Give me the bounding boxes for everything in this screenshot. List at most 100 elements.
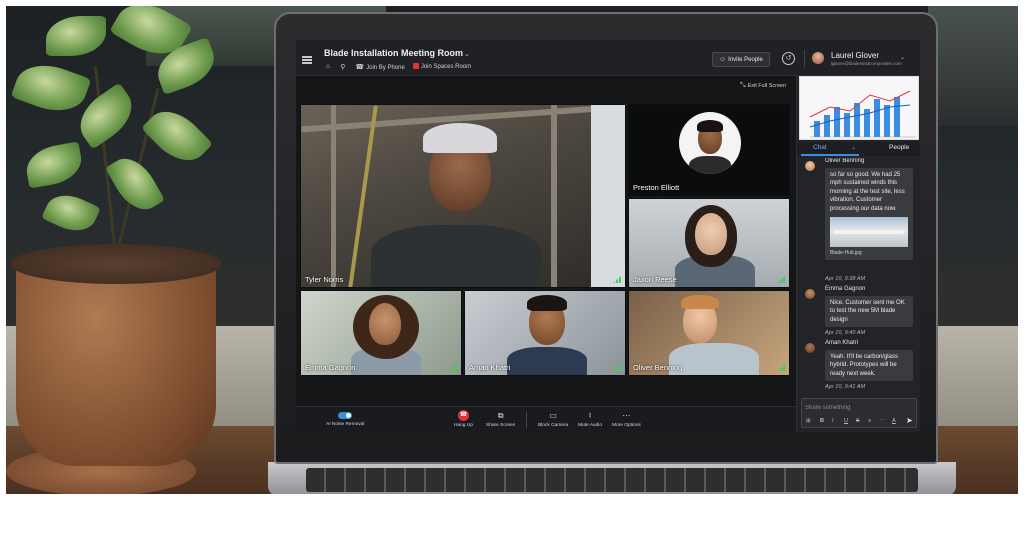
noise-removal-label: AI Noise Removal [326, 422, 365, 427]
join-by-phone-link[interactable]: ☎ Join By Phone [355, 63, 404, 71]
send-icon[interactable]: ➤ [906, 416, 913, 425]
plant-leaf [41, 187, 101, 239]
toggle-icon [338, 412, 353, 419]
message-bubble: Yeah. It'll be carbon/glass hybrid. Prot… [825, 350, 913, 382]
signal-strength-icon [777, 276, 785, 283]
message-text: so far so good. We had 25 mph sustained … [830, 172, 905, 212]
join-spaces-room-label: Join Spaces Room [420, 64, 472, 70]
more-dots-icon: ⋯ [622, 411, 631, 420]
video-tile[interactable]: Oliver Benning [628, 290, 790, 376]
plant-leaf [10, 55, 92, 121]
message-sender: Emma Gagnon [825, 286, 866, 292]
invite-people-button[interactable]: ☺ Invite People [712, 52, 770, 67]
exit-fullscreen-icon: ⤡ [740, 82, 746, 89]
video-tile-main[interactable]: Tyler Norris [300, 104, 626, 288]
chart-bar [894, 97, 900, 137]
participant-name: Jaxon Reese [633, 275, 677, 284]
image-attachment[interactable] [830, 217, 908, 248]
block-camera-button[interactable]: ▭ Block Camera [538, 410, 568, 428]
hamburger-menu-icon[interactable] [302, 56, 312, 64]
avatar[interactable] [812, 52, 824, 64]
share-screen-icon: ⧉ [497, 411, 504, 420]
spaces-room-icon [412, 63, 419, 69]
mute-audio-label: Mute Audio [578, 423, 603, 428]
more-options-button[interactable]: ⋯ More Options [612, 410, 641, 428]
tab-people[interactable]: People [889, 144, 909, 151]
chevron-down-icon[interactable]: ⌄ [464, 50, 470, 58]
avatar [805, 289, 815, 299]
list-icon[interactable]: ≡ [868, 418, 871, 424]
message-input[interactable] [805, 402, 913, 414]
flower-pot [16, 256, 216, 466]
avatar [679, 112, 741, 174]
text-color-icon[interactable]: A [892, 418, 896, 424]
chart-bar [874, 99, 880, 137]
participant-face [369, 303, 401, 345]
hang-up-label: Hang Up [454, 423, 473, 428]
video-tile[interactable]: Emma Gagnon [300, 290, 462, 376]
exit-fullscreen-button[interactable]: ⤡ Exit Full Screen [740, 82, 786, 90]
message-time: Apr 10, 9:41 AM [825, 384, 866, 390]
avatar [805, 343, 815, 353]
signal-strength-icon [449, 364, 457, 371]
attach-icon[interactable]: ⊞ [806, 418, 811, 424]
microphone-icon: ♮ [588, 411, 592, 420]
bold-icon[interactable]: B [820, 418, 824, 424]
share-screen-button[interactable]: ⧉ Share Screen [486, 410, 515, 428]
italic-icon[interactable]: I [832, 418, 834, 424]
video-tile[interactable]: Jaxon Reese [628, 198, 790, 288]
plant-leaf [104, 149, 166, 219]
message-time: Apr 10, 9:40 AM [825, 330, 866, 336]
chart-bar [854, 103, 860, 137]
participant-name: Preston Elliott [633, 183, 680, 192]
join-by-phone-label: Join By Phone [366, 65, 405, 71]
more-format-icon[interactable]: ⋯ [880, 418, 886, 424]
active-tab-indicator [801, 154, 859, 156]
app-window: Blade Installation Meeting Room ⌄ ⌂ ⚲ ☎ J… [296, 40, 920, 432]
video-tile[interactable]: Preston Elliott [628, 104, 790, 196]
tab-chat[interactable]: Chat [813, 144, 827, 151]
hang-up-button[interactable]: ☎ Hang Up [454, 410, 473, 428]
message-text: Yeah. It'll be carbon/glass hybrid. Prot… [830, 354, 898, 377]
photo-scene: Blade Installation Meeting Room ⌄ ⌂ ⚲ ☎ J… [0, 0, 1024, 538]
meeting-info-icon[interactable]: ⌂ [326, 63, 330, 71]
avatar [805, 161, 815, 171]
participant-name: Emma Gagnon [305, 363, 356, 372]
shared-content-thumbnail[interactable] [799, 76, 919, 140]
shared-chart-graphic [809, 90, 916, 138]
chart-bars [814, 97, 900, 137]
meeting-title: Blade Installation Meeting Room [324, 48, 464, 58]
chart-bar [834, 107, 840, 137]
pot-soil [10, 244, 222, 284]
exit-fullscreen-label: Exit Full Screen [747, 83, 787, 89]
activity-icon[interactable]: ↺ [782, 52, 795, 65]
noise-removal-toggle[interactable]: AI Noise Removal [326, 410, 364, 427]
strikethrough-icon[interactable]: S [856, 418, 860, 424]
more-options-label: More Options [612, 423, 641, 428]
join-spaces-room-link[interactable]: Join Spaces Room [412, 63, 472, 71]
hang-up-icon: ☎ [457, 410, 469, 421]
participant-hair [527, 295, 567, 311]
chart-bar [884, 105, 890, 137]
underline-icon[interactable]: U [844, 418, 848, 424]
share-screen-label: Share Screen [486, 423, 516, 428]
message-bubble: Nice. Customer sent me OK to test the ne… [825, 296, 913, 328]
video-tile[interactable]: Aman Khatri [464, 290, 626, 376]
chevron-down-icon[interactable]: ⌄ [900, 54, 905, 61]
mute-audio-button[interactable]: ♮ Mute Audio [578, 410, 602, 428]
call-toolbar: AI Noise Removal ☎ Hang Up ⧉ Share Scree… [296, 406, 796, 432]
phone-icon: ☎ [355, 64, 365, 71]
message-sender: Aman Khatri [825, 340, 859, 346]
chat-messages: Oliver Benning so far so good. We had 25… [797, 158, 920, 394]
participant-name: Oliver Benning [633, 363, 683, 372]
message-composer: ⊞ B I U S ≡ ⋯ A ➤ [801, 398, 917, 428]
participant-body [669, 343, 759, 375]
scaffold-beam [591, 105, 625, 287]
link-icon[interactable]: ⚲ [340, 63, 345, 71]
invite-people-label: Invite People [728, 57, 763, 63]
divider [804, 50, 805, 68]
scaffold-beam [331, 105, 336, 287]
participant-face [695, 213, 727, 255]
chevron-down-icon[interactable]: ⌄ [851, 144, 856, 151]
scaffold-beam [551, 105, 557, 287]
